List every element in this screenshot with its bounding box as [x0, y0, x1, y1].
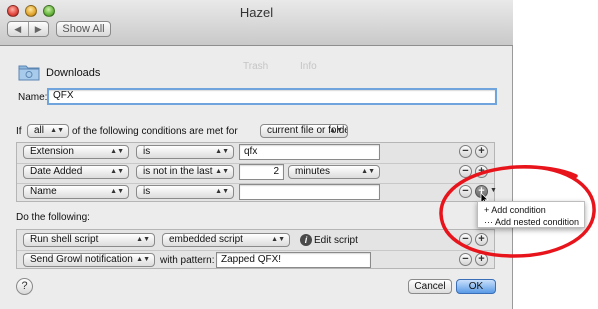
match-popup-value: all [34, 125, 45, 136]
background-tab-info: Info [300, 61, 317, 72]
background-window-edge [514, 0, 598, 309]
script-source-popup[interactable]: embedded script ▲▼ [162, 233, 290, 247]
popup-arrows-icon: ▲▼ [110, 188, 124, 195]
condition-value-field[interactable]: qfx [239, 144, 380, 160]
window-title: Hazel [239, 5, 274, 20]
popup-arrows-icon: ▲▼ [215, 148, 229, 155]
remove-condition-button[interactable]: − [459, 145, 472, 158]
rule-editor-window: Hazel ◀ ▶ Show All Trash Info Downloads … [0, 0, 513, 309]
condition-operator-value: is not in the last [143, 166, 213, 177]
popup-arrows-icon: ▲▼ [110, 168, 124, 175]
condition-attribute-popup[interactable]: Name ▲▼ [23, 185, 129, 199]
folder-icon [18, 65, 40, 81]
condition-attribute-value: Date Added [30, 166, 83, 177]
condition-attribute-popup[interactable]: Date Added ▲▼ [23, 165, 129, 179]
forward-arrow-icon[interactable]: ▶ [29, 22, 49, 36]
info-icon[interactable]: i [300, 234, 312, 246]
popup-arrows-icon: ▲▼ [136, 236, 150, 243]
if-label: If [16, 126, 22, 137]
title-bar: Hazel ◀ ▶ Show All [0, 0, 513, 46]
actions-header: Do the following: [16, 212, 90, 223]
folder-name: Downloads [46, 67, 101, 79]
condition-unit-popup[interactable]: minutes ▲▼ [288, 165, 380, 179]
edit-script-link[interactable]: Edit script [314, 235, 358, 246]
name-label: Name: [18, 92, 48, 103]
popup-arrows-icon: ▲▼ [215, 168, 229, 175]
popup-arrows-icon: ▲▼ [215, 188, 229, 195]
ok-button[interactable]: OK [456, 279, 496, 294]
back-arrow-icon[interactable]: ◀ [8, 22, 29, 36]
popup-arrows-icon: ▲▼ [110, 148, 124, 155]
condition-attribute-value: Extension [30, 146, 74, 157]
script-source-value: embedded script [169, 234, 243, 245]
condition-unit-value: minutes [295, 166, 331, 177]
condition-attribute-value: Name [30, 186, 57, 197]
pattern-field[interactable]: Zapped QFX! [216, 252, 371, 268]
background-tab-trash: Trash [243, 61, 269, 72]
popup-arrows-icon: ▲▼ [361, 168, 375, 175]
row-divider [17, 250, 494, 251]
show-all-button[interactable]: Show All [56, 21, 111, 37]
cancel-button[interactable]: Cancel [408, 279, 452, 294]
pattern-label: with pattern: [160, 255, 215, 266]
popup-arrows-icon: ▲▼ [136, 256, 150, 263]
help-button[interactable]: ? [16, 278, 33, 295]
condition-operator-value: is [143, 146, 151, 157]
condition-operator-popup[interactable]: is ▲▼ [136, 145, 234, 159]
action-popup[interactable]: Send Growl notification ▲▼ [23, 253, 155, 267]
popup-arrows-icon: ▲▼ [50, 127, 64, 134]
annotation-circle [439, 164, 596, 258]
action-popup-value: Run shell script [30, 234, 99, 245]
condition-operator-popup[interactable]: is not in the last ▲▼ [136, 165, 234, 179]
action-popup-value: Send Growl notification [30, 254, 133, 265]
conditions-text: of the following conditions are met for [72, 126, 238, 137]
popup-arrows-icon: ▲▼ [271, 236, 285, 243]
rule-name-field[interactable]: QFX [47, 88, 497, 105]
condition-attribute-popup[interactable]: Extension ▲▼ [23, 145, 129, 159]
add-condition-button[interactable]: + [475, 145, 488, 158]
condition-number-field[interactable]: 2 [239, 164, 284, 180]
scope-popup[interactable]: current file or folder ▲▼ [260, 124, 348, 138]
condition-operator-value: is [143, 186, 151, 197]
action-popup[interactable]: Run shell script ▲▼ [23, 233, 155, 247]
popup-arrows-icon: ▲▼ [329, 127, 343, 134]
condition-operator-popup[interactable]: is ▲▼ [136, 185, 234, 199]
match-popup[interactable]: all ▲▼ [27, 124, 69, 138]
back-forward-control[interactable]: ◀ ▶ [7, 21, 49, 37]
condition-value-field[interactable] [239, 184, 380, 200]
